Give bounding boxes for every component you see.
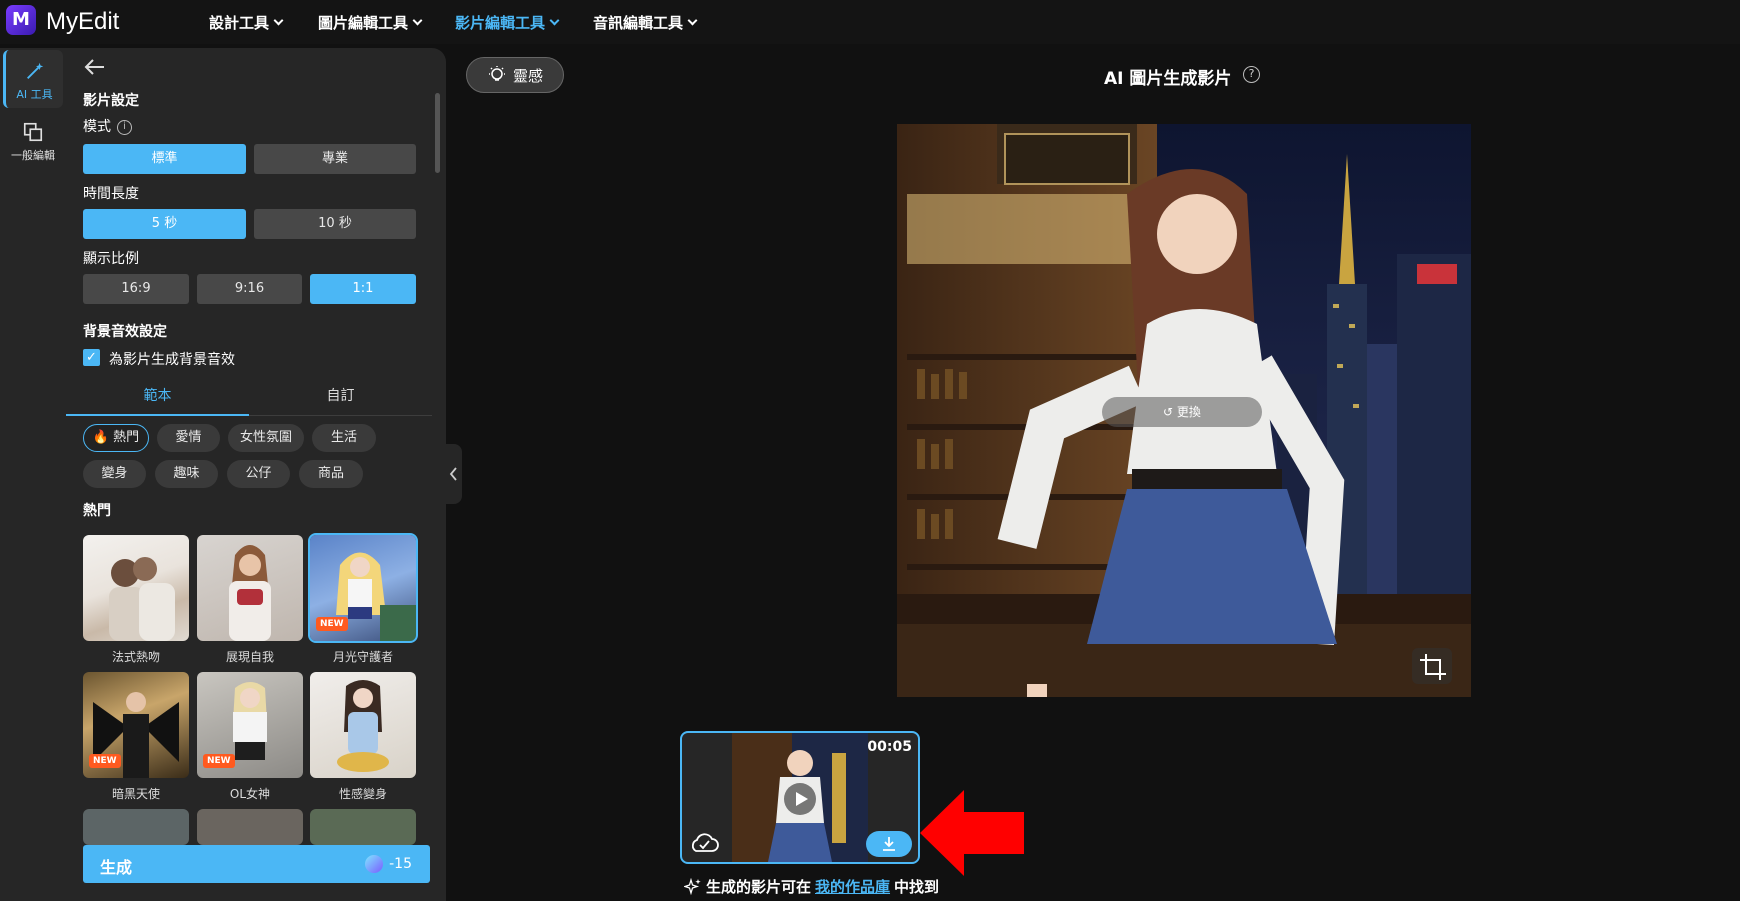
chevron-down-icon [412, 15, 423, 26]
template-thumbnail [109, 557, 175, 641]
duration-label: 時間長度 [83, 186, 139, 202]
template-tile[interactable] [83, 809, 189, 845]
app-name[interactable]: MyEdit [46, 8, 119, 36]
inspiration-label: 靈感 [512, 66, 543, 85]
template-caption: OL女神 [229, 787, 271, 801]
template-tile[interactable] [310, 809, 416, 845]
collapse-panel-button[interactable] [446, 444, 462, 504]
chevron-down-icon [549, 15, 560, 26]
sparkle-icon [684, 877, 701, 895]
nav-design-tools[interactable]: 設計工具 [209, 12, 284, 33]
nav-audio-tools[interactable]: 音訊編輯工具 [593, 12, 698, 33]
download-icon [883, 837, 895, 851]
rail-ai-tools-label: AI 工具 [16, 88, 53, 101]
template-thumbnail [229, 545, 271, 641]
settings-panel: 影片設定 模式 i 標準 專業 時間長度 5 秒 10 秒 顯示比例 16:9 9… [66, 48, 446, 901]
crop-button[interactable] [1412, 648, 1452, 684]
template-thumbnail [337, 680, 389, 772]
template-tile[interactable]: NEW [83, 672, 189, 778]
replace-image-button[interactable]: ↺ 更換 [1102, 397, 1262, 427]
credit-cost: -15 [365, 855, 412, 873]
chip-figurine[interactable]: 公仔 [227, 460, 290, 488]
rail-general-edit[interactable]: 一般編輯 [3, 111, 63, 169]
new-badge: NEW [203, 754, 235, 768]
ratio-1-1-button[interactable]: 1:1 [310, 274, 416, 304]
new-badge: NEW [316, 617, 348, 631]
bgm-checkbox-label[interactable]: 為影片生成背景音效 [109, 349, 235, 369]
mode-pro-button[interactable]: 專業 [254, 144, 416, 174]
ratio-9-16-button[interactable]: 9:16 [197, 274, 302, 304]
tab-custom[interactable]: 自訂 [249, 378, 432, 416]
help-icon[interactable]: ? [1243, 66, 1260, 83]
template-tile[interactable] [310, 672, 416, 778]
chevron-left-icon [449, 467, 457, 481]
info-icon[interactable]: i [117, 119, 132, 135]
template-tile[interactable]: NEW [308, 533, 418, 643]
myedit-logo-icon[interactable]: M [6, 5, 36, 35]
magic-wand-icon [26, 62, 43, 79]
template-caption: 性感變身 [338, 787, 387, 801]
template-tile[interactable]: NEW [197, 672, 303, 778]
red-arrow-annotation [920, 790, 1024, 876]
rail-general-edit-label: 一般編輯 [11, 149, 55, 162]
duration-10s-button[interactable]: 10 秒 [254, 209, 416, 239]
duration-5s-button[interactable]: 5 秒 [83, 209, 246, 239]
tab-templates[interactable]: 範本 [66, 378, 249, 416]
chip-fun[interactable]: 趣味 [155, 460, 218, 488]
template-caption: 法式熱吻 [111, 650, 160, 664]
rail-ai-tools[interactable]: AI 工具 [3, 50, 63, 108]
template-tile[interactable] [197, 809, 303, 845]
replace-label: 更換 [1176, 405, 1201, 419]
bgm-settings-title: 背景音效設定 [83, 324, 167, 340]
bgm-checkbox[interactable]: ✓ [83, 349, 100, 366]
credit-icon [365, 855, 384, 873]
library-note: 生成的影片可在 我的作品庫 中找到 [684, 876, 939, 897]
chip-hot[interactable]: 🔥 熱門 [83, 424, 149, 452]
left-rail: AI 工具 一般編輯 [0, 48, 66, 901]
cloud-save-icon[interactable] [688, 829, 720, 855]
hot-section-title: 熱門 [83, 503, 111, 519]
chevron-down-icon [687, 15, 698, 26]
template-caption: 月光守護者 [332, 650, 393, 664]
back-arrow-icon[interactable] [84, 58, 106, 76]
template-caption: 展現自我 [225, 650, 274, 664]
top-navigation-bar: M MyEdit 設計工具 圖片編輯工具 影片編輯工具 音訊編輯工具 [0, 0, 1740, 44]
layers-icon [23, 122, 43, 142]
chip-product[interactable]: 商品 [299, 460, 363, 488]
nav-video-tools[interactable]: 影片編輯工具 [455, 12, 560, 33]
my-library-link[interactable]: 我的作品庫 [815, 876, 890, 897]
generate-button[interactable]: 生成 -15 [83, 845, 430, 883]
chip-life[interactable]: 生活 [312, 424, 376, 452]
template-tile[interactable] [197, 535, 303, 641]
template-caption: 暗黑天使 [111, 787, 160, 801]
mode-standard-button[interactable]: 標準 [83, 144, 246, 174]
template-tabs: 範本 自訂 [66, 378, 432, 416]
play-icon[interactable] [784, 783, 816, 815]
chip-transform[interactable]: 變身 [83, 460, 146, 488]
chevron-down-icon [273, 15, 284, 26]
note-suffix: 中找到 [894, 878, 940, 896]
generated-video-card[interactable]: 00:05 [680, 731, 920, 864]
new-badge: NEW [89, 754, 121, 768]
chip-love[interactable]: 愛情 [157, 424, 220, 452]
refresh-icon: ↺ [1163, 405, 1177, 419]
crop-icon [1420, 654, 1446, 680]
ratio-16-9-button[interactable]: 16:9 [83, 274, 189, 304]
template-tile[interactable] [83, 535, 189, 641]
video-settings-title: 影片設定 [83, 93, 139, 109]
video-duration: 00:05 [867, 739, 912, 755]
inspiration-button[interactable]: 靈感 [466, 57, 564, 93]
lightbulb-icon [488, 66, 505, 81]
note-prefix: 生成的影片可在 [706, 878, 812, 896]
page-title: AI 圖片生成影片 [1104, 69, 1232, 89]
chip-feminine[interactable]: 女性氛圍 [228, 424, 304, 452]
download-button[interactable] [866, 831, 912, 857]
generate-label: 生成 [100, 858, 133, 877]
nav-photo-tools[interactable]: 圖片編輯工具 [318, 12, 423, 33]
ratio-label: 顯示比例 [83, 251, 139, 267]
credit-cost-value: -15 [389, 856, 412, 872]
panel-scrollbar[interactable] [435, 93, 440, 173]
mode-label-row: 模式 i [83, 116, 132, 136]
